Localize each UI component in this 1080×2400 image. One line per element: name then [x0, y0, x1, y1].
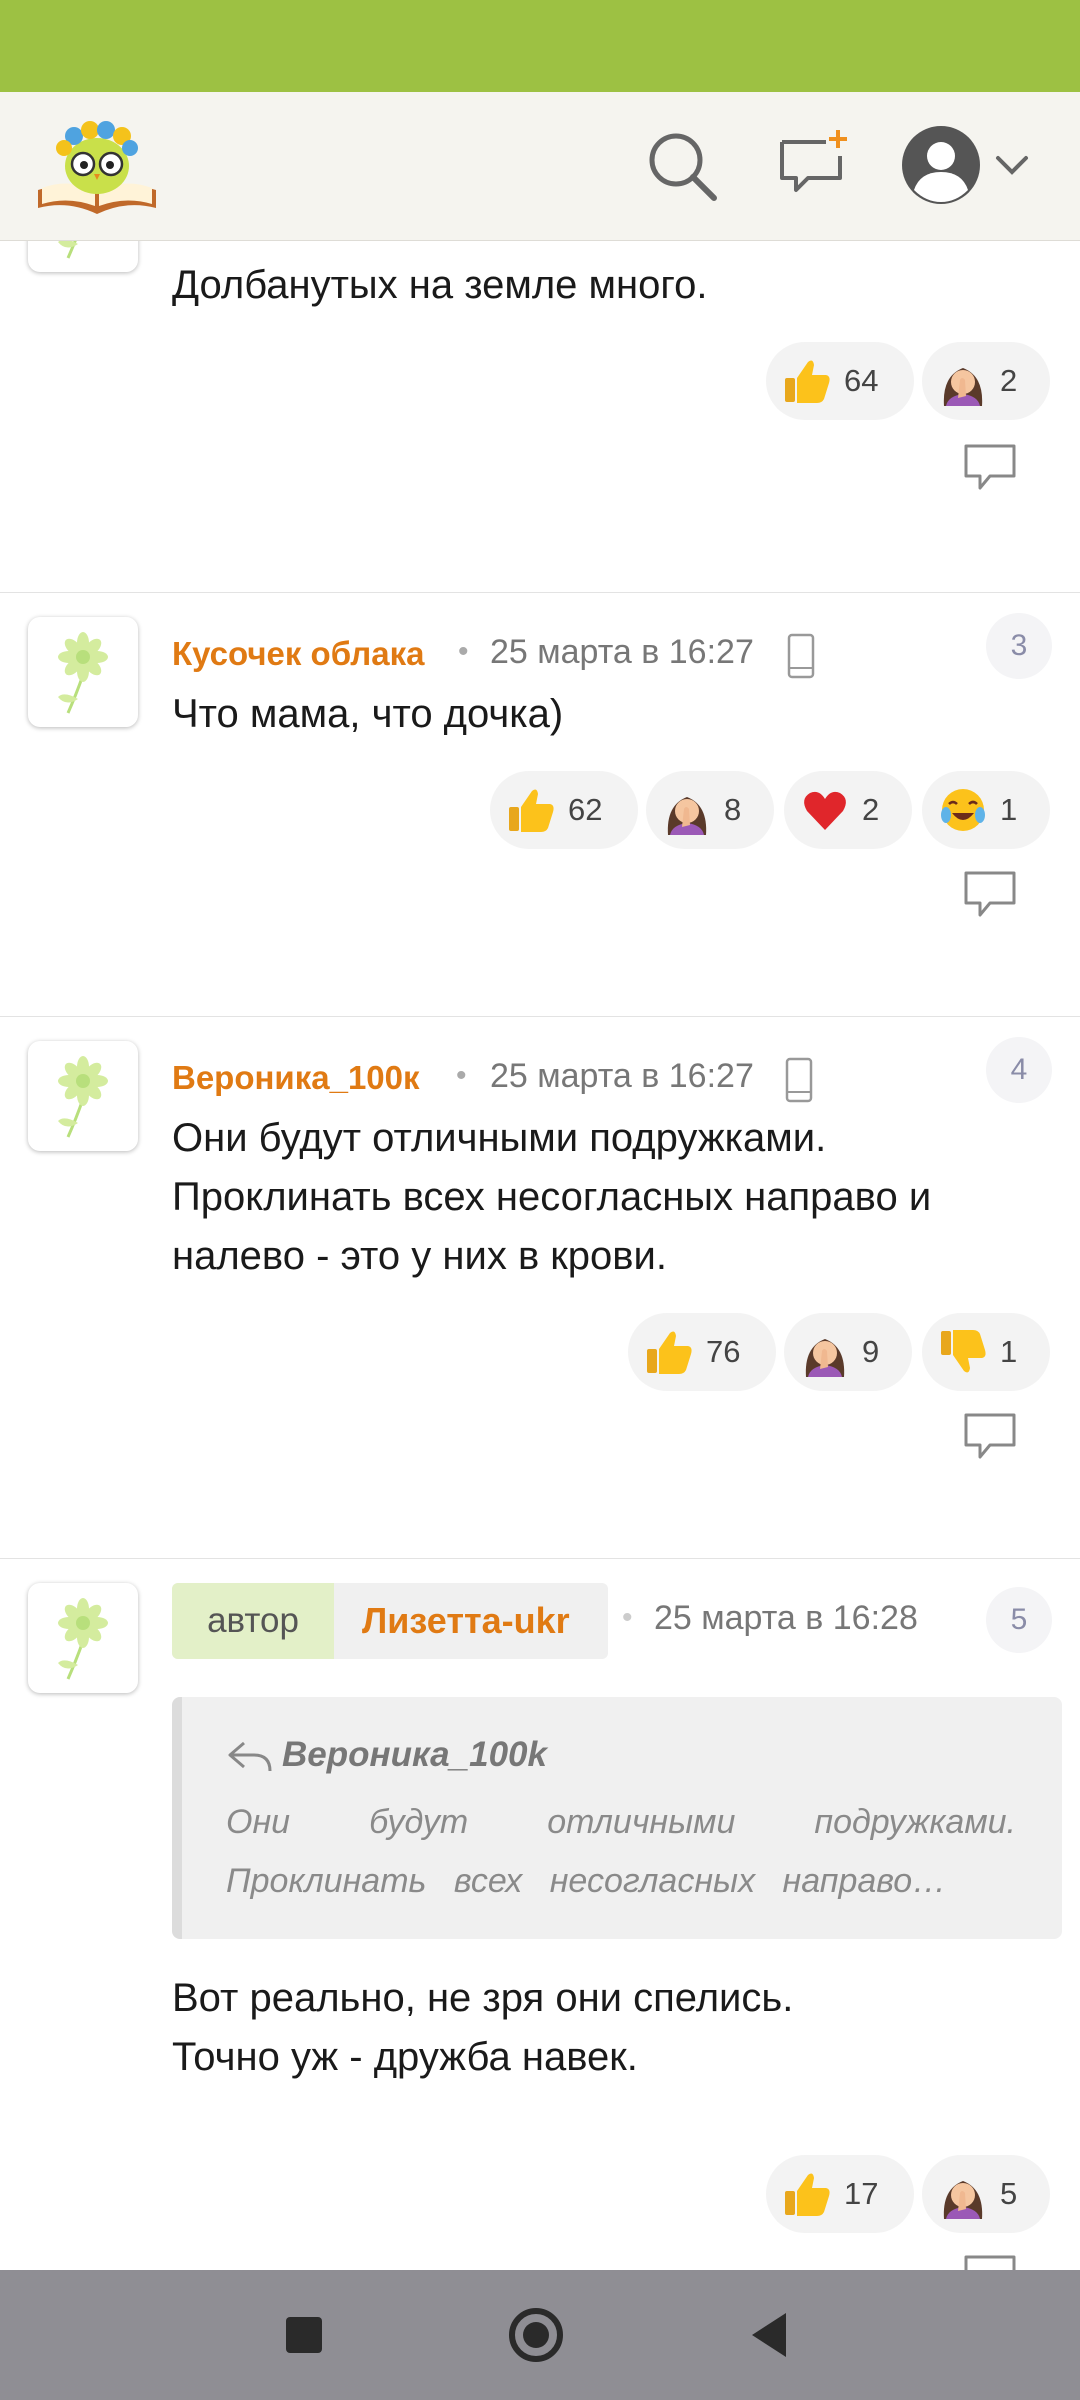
circle-icon[interactable] [506, 2305, 566, 2365]
reaction-count: 1 [1000, 792, 1018, 827]
comment-text: Они будут отличными подружками. Проклина… [172, 1116, 932, 1278]
thumbs-down-icon [941, 1330, 986, 1373]
reaction-facepalm[interactable]: 9 [784, 1313, 912, 1391]
avatar[interactable] [28, 617, 138, 727]
user-avatar-icon[interactable] [900, 124, 982, 206]
mobile-device-icon [785, 1057, 813, 1103]
reaction-count: 17 [844, 2176, 879, 2211]
reaction-thumbs-up[interactable]: 17 [766, 2155, 914, 2233]
reaction-tears-of-joy[interactable]: 1 [922, 771, 1050, 849]
reaction-count: 64 [844, 363, 879, 398]
comment-username[interactable]: Лизетта-ukr [362, 1583, 570, 1659]
thumbs-up-icon [647, 1331, 692, 1374]
comment-item: Долбанутых на земле много. 64 2 [0, 240, 1080, 592]
reply-arrow-icon [228, 1741, 272, 1772]
comment-date: 25 марта в 16:27 [490, 633, 754, 671]
app-header [0, 92, 1080, 241]
quoted-comment[interactable]: Вероника_100k Они будут отличными подруж… [172, 1697, 1062, 1939]
tears-of-joy-icon [939, 787, 987, 833]
comment-item: Вероника_100к • 25 марта в 16:27 4 Они б… [0, 1016, 1080, 1559]
comment-item: Кусочек облака • 25 марта в 16:27 3 Что … [0, 592, 1080, 1017]
reaction-count: 8 [724, 792, 742, 827]
separator-dot: • [458, 635, 469, 668]
comment-number[interactable]: 4 [986, 1037, 1052, 1103]
reaction-count: 5 [1000, 2176, 1018, 2211]
reply-icon[interactable] [960, 440, 1020, 494]
reaction-count: 62 [568, 792, 603, 827]
comment-text-line: Вот реально, не зря они спелись. [172, 1976, 794, 2020]
thumbs-up-icon [785, 2173, 830, 2216]
reaction-facepalm[interactable]: 2 [922, 342, 1050, 420]
facepalm-icon [943, 2181, 983, 2219]
reaction-count: 2 [862, 792, 880, 827]
comment-date: 25 марта в 16:27 [490, 1057, 754, 1095]
reply-icon[interactable] [960, 2251, 1020, 2270]
square-icon[interactable] [274, 2305, 334, 2365]
comment-item: автор Лизетта-ukr • 25 марта в 16:28 5 В… [0, 1558, 1080, 2270]
comment-number[interactable]: 3 [986, 613, 1052, 679]
avatar[interactable] [28, 240, 138, 272]
reply-icon[interactable] [960, 1409, 1020, 1463]
triangle-back-icon[interactable] [740, 2305, 800, 2365]
reaction-count: 9 [862, 1334, 880, 1369]
comment-text: Долбанутых на земле много. [172, 263, 708, 307]
author-tag: автор Лизетта-ukr [172, 1583, 608, 1659]
reaction-thumbs-down[interactable]: 1 [922, 1313, 1050, 1391]
heart-icon [804, 791, 846, 830]
quote-line: Они будут отличными подружками. [226, 1803, 1016, 1841]
reaction-count: 1 [1000, 1334, 1018, 1369]
chevron-down-icon[interactable] [992, 146, 1032, 186]
quote-line: Проклинать всех несогласных направо… [226, 1862, 947, 1900]
reaction-thumbs-up[interactable]: 62 [490, 771, 638, 849]
separator-dot: • [456, 1059, 467, 1092]
comment-text: Вот реально, не зря они спелись. Точно у… [172, 1969, 1042, 2087]
reaction-heart[interactable]: 2 [784, 771, 912, 849]
thumbs-up-icon [509, 789, 554, 832]
reaction-thumbs-up[interactable]: 64 [766, 342, 914, 420]
reaction-count: 2 [1000, 363, 1018, 398]
quote-author: Вероника_100k [282, 1735, 547, 1774]
avatar[interactable] [28, 1583, 138, 1693]
author-label: автор [172, 1583, 334, 1659]
thumbs-up-icon [785, 360, 830, 403]
facepalm-icon [943, 368, 983, 406]
reaction-facepalm[interactable]: 5 [922, 2155, 1050, 2233]
quote-text: Они будут отличными подружками. Проклина… [226, 1793, 1016, 1911]
separator-dot: • [622, 1601, 633, 1634]
comment-text-line: Точно уж - дружба навек. [172, 2035, 638, 2079]
mobile-device-icon [787, 633, 815, 679]
system-nav-bar [0, 2270, 1080, 2400]
comment-username[interactable]: Кусочек облака [172, 635, 424, 673]
owl-book-logo[interactable] [34, 110, 160, 220]
reaction-count: 76 [706, 1334, 741, 1369]
comments-list: Долбанутых на земле много. 64 2 Кусочек … [0, 240, 1080, 2270]
comment-username[interactable]: Вероника_100к [172, 1059, 420, 1097]
comment-number[interactable]: 5 [986, 1587, 1052, 1653]
search-icon[interactable] [642, 126, 722, 206]
status-bar [0, 0, 1080, 92]
facepalm-icon [667, 797, 707, 835]
reaction-thumbs-up[interactable]: 76 [628, 1313, 776, 1391]
avatar[interactable] [28, 1041, 138, 1151]
add-chat-icon[interactable] [774, 126, 854, 206]
facepalm-icon [805, 1339, 845, 1377]
reaction-facepalm[interactable]: 8 [646, 771, 774, 849]
comment-text: Что мама, что дочка) [172, 692, 564, 736]
comment-date: 25 марта в 16:28 [654, 1599, 918, 1637]
reply-icon[interactable] [960, 867, 1020, 921]
